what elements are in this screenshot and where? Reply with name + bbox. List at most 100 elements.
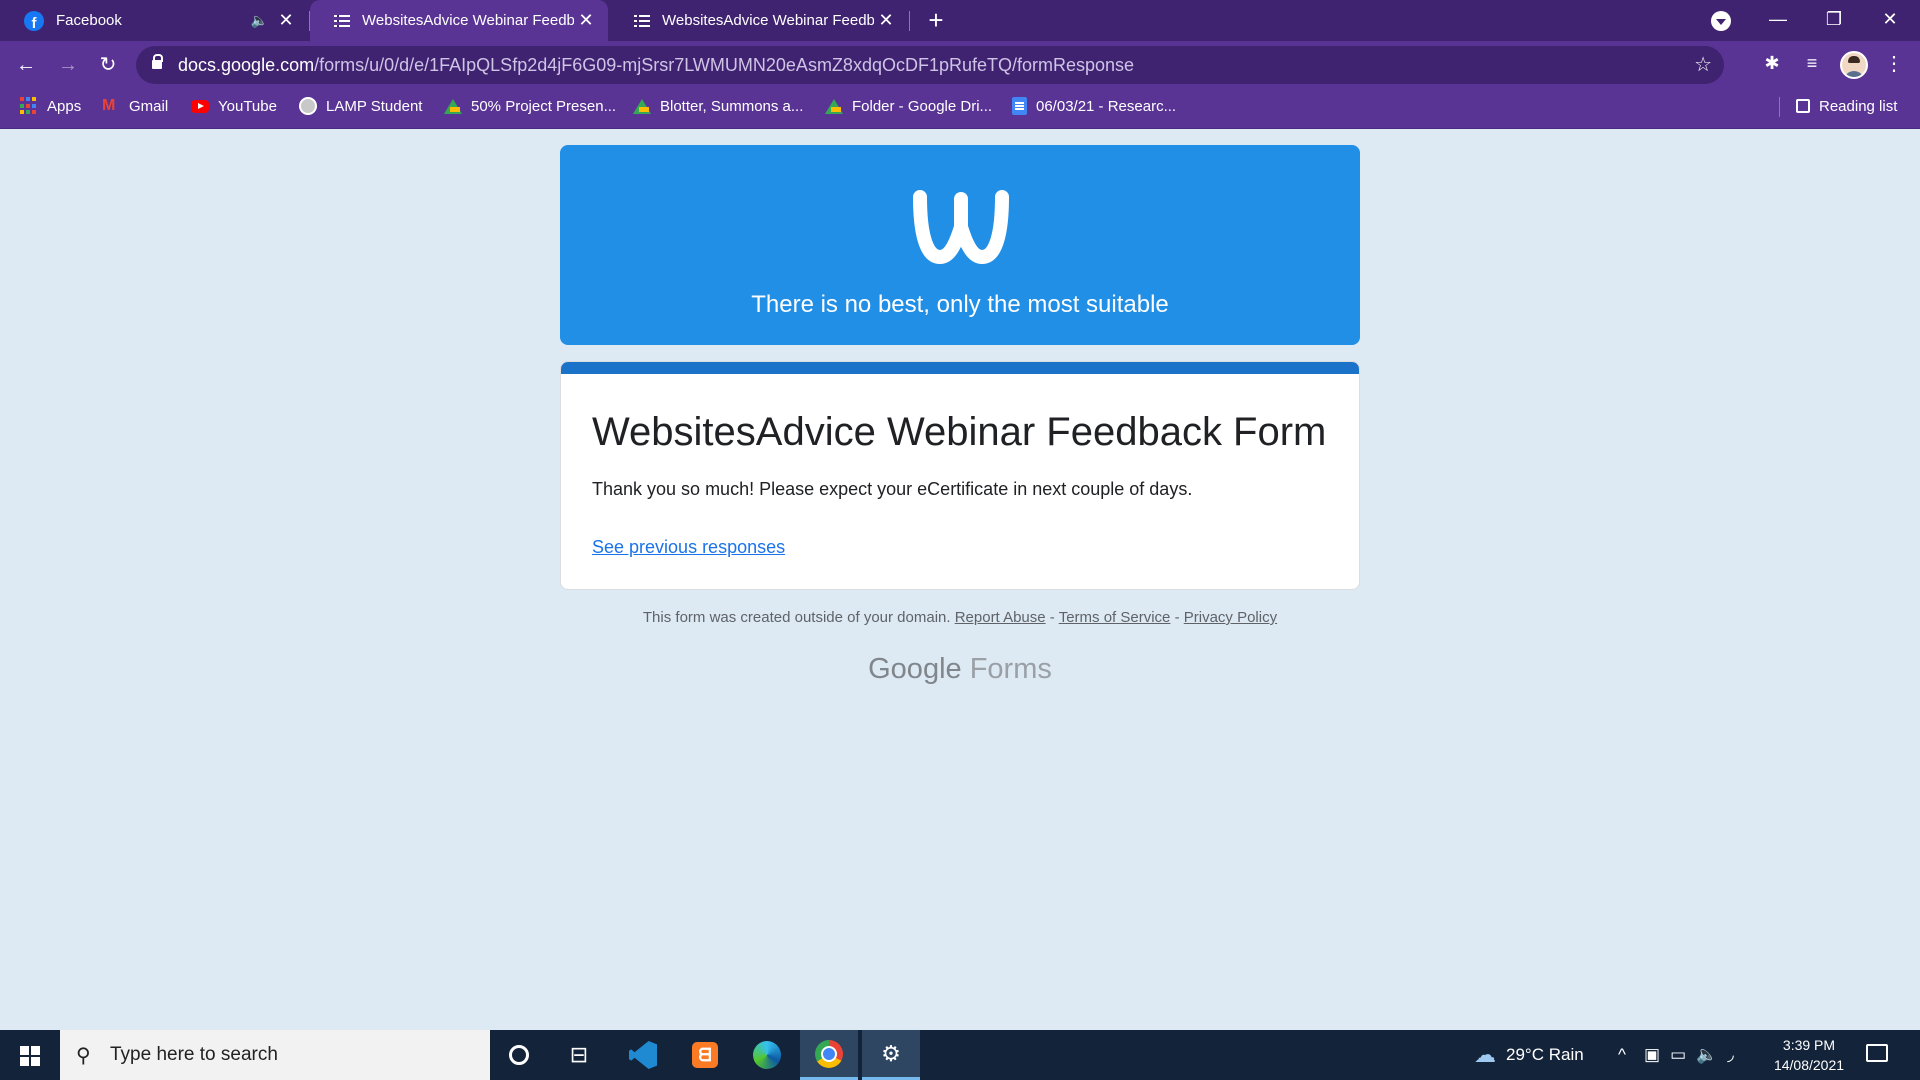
windows-taskbar: ⚲ Type here to search ⊟ ᗺ ⚙ ☁ 29°C Rain … [0, 1030, 1920, 1080]
bookmark-label: LAMP Student [326, 97, 423, 115]
browser-toolbar: ← → ↻ docs.google.com/forms/u/0/d/e/1FAI… [0, 41, 1920, 89]
battery-icon[interactable]: ▭ [1670, 1045, 1686, 1065]
volume-icon[interactable]: 🔈 [1696, 1045, 1717, 1065]
address-bar[interactable]: docs.google.com/forms/u/0/d/e/1FAIpQLSfp… [136, 46, 1724, 84]
form-title: WebsitesAdvice Webinar Feedback Form [592, 410, 1327, 454]
tab-feedback-form[interactable]: WebsitesAdvice Webinar Feedback Form ✕ [610, 0, 908, 41]
wifi-icon[interactable]: ◞ [1727, 1045, 1734, 1065]
bookmark-apps[interactable]: Apps [20, 89, 81, 123]
taskbar-settings[interactable]: ⚙ [862, 1030, 920, 1080]
edge-icon [753, 1041, 781, 1069]
tab-strip: f Facebook 🔈 ✕ WebsitesAdvice Webinar Fe… [0, 0, 1920, 41]
xampp-icon: ᗺ [692, 1042, 718, 1068]
reload-icon[interactable]: ↻ [92, 49, 124, 81]
google-drive-icon [825, 98, 843, 114]
close-tab-icon[interactable]: ✕ [274, 10, 298, 31]
google-drive-icon [444, 98, 462, 114]
tab-title: Facebook [56, 12, 122, 29]
bookmark-drive-folder[interactable]: Folder - Google Dri... [825, 89, 992, 123]
vscode-icon [629, 1041, 657, 1069]
profile-avatar[interactable] [1840, 51, 1868, 79]
weather-text: 29°C Rain [1506, 1045, 1584, 1064]
task-view-button[interactable]: ⊟ [550, 1030, 608, 1080]
footer-disclaimer: This form was created outside of your do… [560, 609, 1360, 626]
url-text[interactable]: docs.google.com/forms/u/0/d/e/1FAIpQLSfp… [178, 55, 1134, 76]
taskbar-xampp[interactable]: ᗺ [676, 1030, 734, 1080]
report-abuse-link[interactable]: Report Abuse [955, 609, 1046, 626]
google-forms-icon [334, 13, 350, 29]
taskbar-vscode[interactable] [614, 1030, 672, 1080]
tab-title: WebsitesAdvice Webinar Feedback Form [662, 12, 874, 29]
taskbar-chrome[interactable] [800, 1030, 858, 1080]
forms-wordmark: Forms [969, 653, 1052, 685]
header-banner: There is no best, only the most suitable [560, 145, 1360, 345]
bookmark-gmail[interactable]: M Gmail [102, 89, 168, 123]
tab-separator [909, 11, 910, 31]
minimize-button[interactable]: — [1750, 0, 1806, 41]
tab-search-icon[interactable] [1711, 11, 1731, 31]
bookmark-blotter-summons[interactable]: Blotter, Summons a... [633, 89, 803, 123]
google-docs-icon [1012, 97, 1027, 115]
tab-facebook[interactable]: f Facebook 🔈 ✕ [0, 0, 308, 41]
confirmation-message: Thank you so much! Please expect your eC… [592, 479, 1193, 499]
system-clock[interactable]: 3:39 PM 14/08/2021 [1766, 1035, 1852, 1075]
bookmark-label: Gmail [129, 97, 169, 115]
bookmark-project-presentation[interactable]: 50% Project Presen... [444, 89, 616, 123]
back-icon[interactable]: ← [10, 49, 42, 81]
terms-of-service-link[interactable]: Terms of Service [1059, 609, 1171, 626]
gmail-icon: M [102, 97, 116, 114]
close-window-button[interactable]: ✕ [1862, 0, 1918, 41]
search-icon: ⚲ [76, 1045, 91, 1067]
see-previous-responses-link[interactable]: See previous responses [592, 537, 785, 558]
google-forms-logo[interactable]: Google Forms [560, 653, 1360, 686]
restore-button[interactable]: ❐ [1806, 0, 1862, 41]
card-accent-bar [561, 362, 1359, 374]
security-icon[interactable]: ▣ [1644, 1045, 1660, 1065]
bookmark-label: 50% Project Presen... [471, 97, 617, 115]
notification-center-icon[interactable] [1866, 1044, 1888, 1062]
lamp-student-icon [299, 97, 317, 115]
weather-widget[interactable]: ☁ 29°C Rain [1474, 1030, 1584, 1080]
forward-icon[interactable]: → [52, 49, 84, 81]
tab-feedback-form-active[interactable]: WebsitesAdvice Webinar Feedback Form ✕ [310, 0, 608, 41]
rain-cloud-icon: ☁ [1474, 1042, 1496, 1067]
cortana-icon [509, 1045, 529, 1065]
taskbar-edge[interactable] [738, 1030, 796, 1080]
bookmark-label: 06/03/21 - Researc... [1036, 97, 1177, 115]
bookmark-youtube[interactable]: YouTube [191, 89, 277, 123]
show-hidden-icons[interactable]: ^ [1618, 1030, 1626, 1080]
banner-tagline: There is no best, only the most suitable [751, 291, 1169, 318]
search-placeholder: Type here to search [110, 1044, 278, 1065]
gear-icon: ⚙ [881, 1040, 901, 1066]
google-wordmark: Google [868, 653, 962, 685]
close-tab-icon[interactable]: ✕ [574, 10, 598, 31]
menu-kebab-icon[interactable]: ⋮ [1884, 51, 1904, 76]
apps-grid-icon [20, 97, 38, 115]
footer-note-text: This form was created outside of your do… [642, 609, 951, 626]
privacy-policy-link[interactable]: Privacy Policy [1184, 609, 1277, 626]
windows-start-icon[interactable] [20, 1046, 40, 1066]
taskbar-search-box[interactable]: ⚲ Type here to search [60, 1030, 490, 1080]
google-drive-icon [633, 98, 651, 114]
bookmark-research-doc[interactable]: 06/03/21 - Researc... [1012, 89, 1176, 123]
close-tab-icon[interactable]: ✕ [874, 10, 898, 31]
lock-icon[interactable] [152, 54, 163, 69]
speaker-icon[interactable]: 🔈 [251, 12, 268, 29]
chevron-up-icon: ^ [1618, 1045, 1626, 1064]
cortana-button[interactable] [490, 1030, 548, 1080]
bookmark-label: Folder - Google Dri... [852, 97, 993, 115]
chrome-icon [815, 1039, 843, 1068]
confirmation-card: WebsitesAdvice Webinar Feedback Form Tha… [560, 361, 1360, 590]
media-controls-icon[interactable]: ≡ [1799, 53, 1825, 74]
reading-list-button[interactable]: Reading list [1796, 89, 1897, 123]
clock-date: 14/08/2021 [1773, 1057, 1845, 1073]
tab-title: WebsitesAdvice Webinar Feedback Form [362, 12, 574, 29]
bookmark-star-icon[interactable]: ☆ [1694, 52, 1712, 77]
bookmark-label: Apps [47, 97, 82, 115]
footer-separator: - [1174, 609, 1180, 626]
clock-time: 3:39 PM [1782, 1037, 1836, 1053]
bookmark-lamp-student[interactable]: LAMP Student [299, 89, 422, 123]
extensions-icon[interactable]: ✱ [1759, 53, 1785, 74]
new-tab-button[interactable]: + [920, 4, 952, 36]
reading-list-label: Reading list [1819, 97, 1898, 115]
